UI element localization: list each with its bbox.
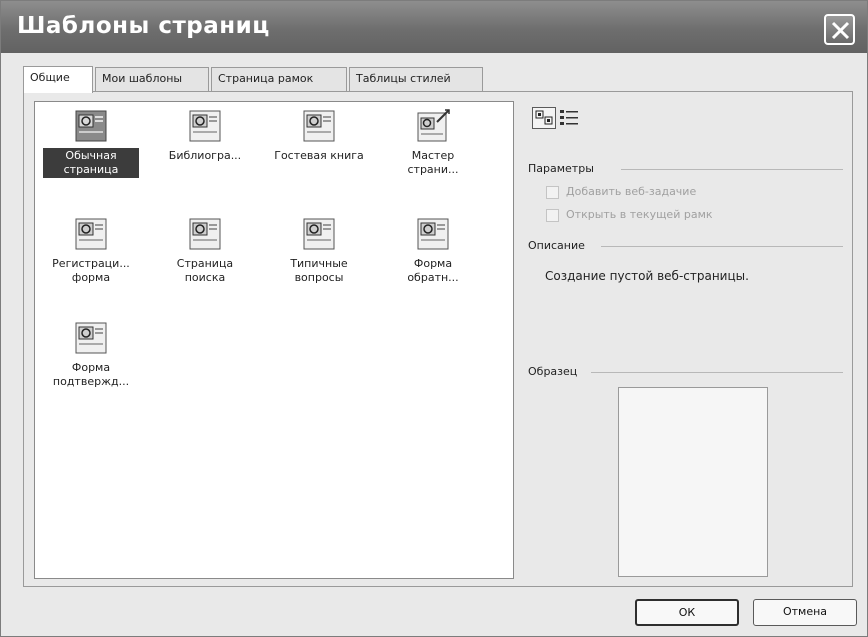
page-template-icon (75, 322, 107, 354)
preview-group-title: Образец (528, 365, 578, 378)
template-item-search-page[interactable]: Страница поиска (157, 216, 253, 286)
options-group-title: Параметры (528, 162, 594, 175)
template-item-registration-form[interactable]: Регистраци... форма (43, 216, 139, 286)
blank-page-icon (75, 110, 107, 142)
wizard-page-icon (417, 109, 450, 142)
open-in-frame-checkbox[interactable] (546, 209, 559, 222)
add-task-checkbox[interactable] (546, 186, 559, 199)
page-template-icon (417, 218, 449, 250)
large-icons-view-button[interactable] (532, 107, 556, 129)
close-button[interactable] (824, 14, 855, 45)
template-label: Страница поиска (176, 257, 234, 284)
template-item-bibliography[interactable]: Библиогра... (157, 108, 253, 164)
tab-style-sheets[interactable]: Таблицы стилей (349, 67, 483, 92)
preview-divider (591, 372, 843, 373)
tab-label: Мои шаблоны (102, 72, 183, 85)
template-item-feedback-form[interactable]: Форма обратн... (385, 216, 481, 286)
open-in-frame-label: Открыть в текущей рамк (566, 208, 713, 221)
title-bar[interactable]: Шаблоны страниц (1, 1, 867, 53)
template-label: Библиогра... (168, 149, 242, 162)
page-template-icon (189, 110, 221, 142)
tab-label: Общие (30, 71, 70, 84)
page-template-icon (189, 218, 221, 250)
large-icons-view-icon (535, 110, 553, 125)
cancel-button[interactable]: Отмена (753, 599, 857, 626)
dialog-title: Шаблоны страниц (17, 13, 270, 39)
ok-button[interactable]: ОК (635, 599, 739, 626)
page-template-icon (75, 218, 107, 250)
close-icon (831, 21, 850, 40)
tab-general[interactable]: Общие (23, 66, 93, 93)
template-item-confirmation-form[interactable]: Форма подтвержд... (43, 320, 139, 390)
template-label: Типичные вопросы (290, 257, 348, 284)
template-list[interactable]: Обычная страница Библиогра... Гостевая к… (34, 101, 514, 579)
cancel-button-label: Отмена (782, 605, 828, 618)
ok-button-label: ОК (678, 606, 696, 619)
description-divider (601, 246, 843, 247)
template-label: Форма подтвержд... (52, 361, 130, 388)
description-group-title: Описание (528, 239, 585, 252)
tab-label: Страница рамок (218, 72, 314, 85)
template-item-normal-page[interactable]: Обычная страница (43, 108, 139, 178)
template-label: Обычная страница (43, 148, 139, 178)
options-divider (621, 169, 843, 170)
template-item-faq[interactable]: Типичные вопросы (271, 216, 367, 286)
template-label: Регистраци... форма (52, 257, 130, 284)
tab-label: Таблицы стилей (356, 72, 451, 85)
template-label: Форма обратн... (407, 257, 459, 284)
details-view-button[interactable] (558, 107, 582, 129)
preview-box (618, 387, 768, 577)
add-task-label: Добавить веб-задачие (566, 185, 697, 198)
page-template-icon (303, 110, 335, 142)
tab-frames-pages[interactable]: Страница рамок (211, 67, 347, 92)
page-template-icon (303, 218, 335, 250)
page-templates-dialog: Шаблоны страниц Общие Мои шаблоны Страни… (0, 0, 868, 637)
template-label: Гостевая книга (274, 149, 364, 162)
details-view-icon (560, 110, 578, 125)
template-label: Мастер страни... (407, 149, 459, 176)
description-text: Создание пустой веб-страницы. (545, 269, 749, 283)
tab-my-templates[interactable]: Мои шаблоны (95, 67, 209, 92)
template-item-guestbook[interactable]: Гостевая книга (271, 108, 367, 164)
template-item-page-wizard[interactable]: Мастер страни... (385, 108, 481, 178)
